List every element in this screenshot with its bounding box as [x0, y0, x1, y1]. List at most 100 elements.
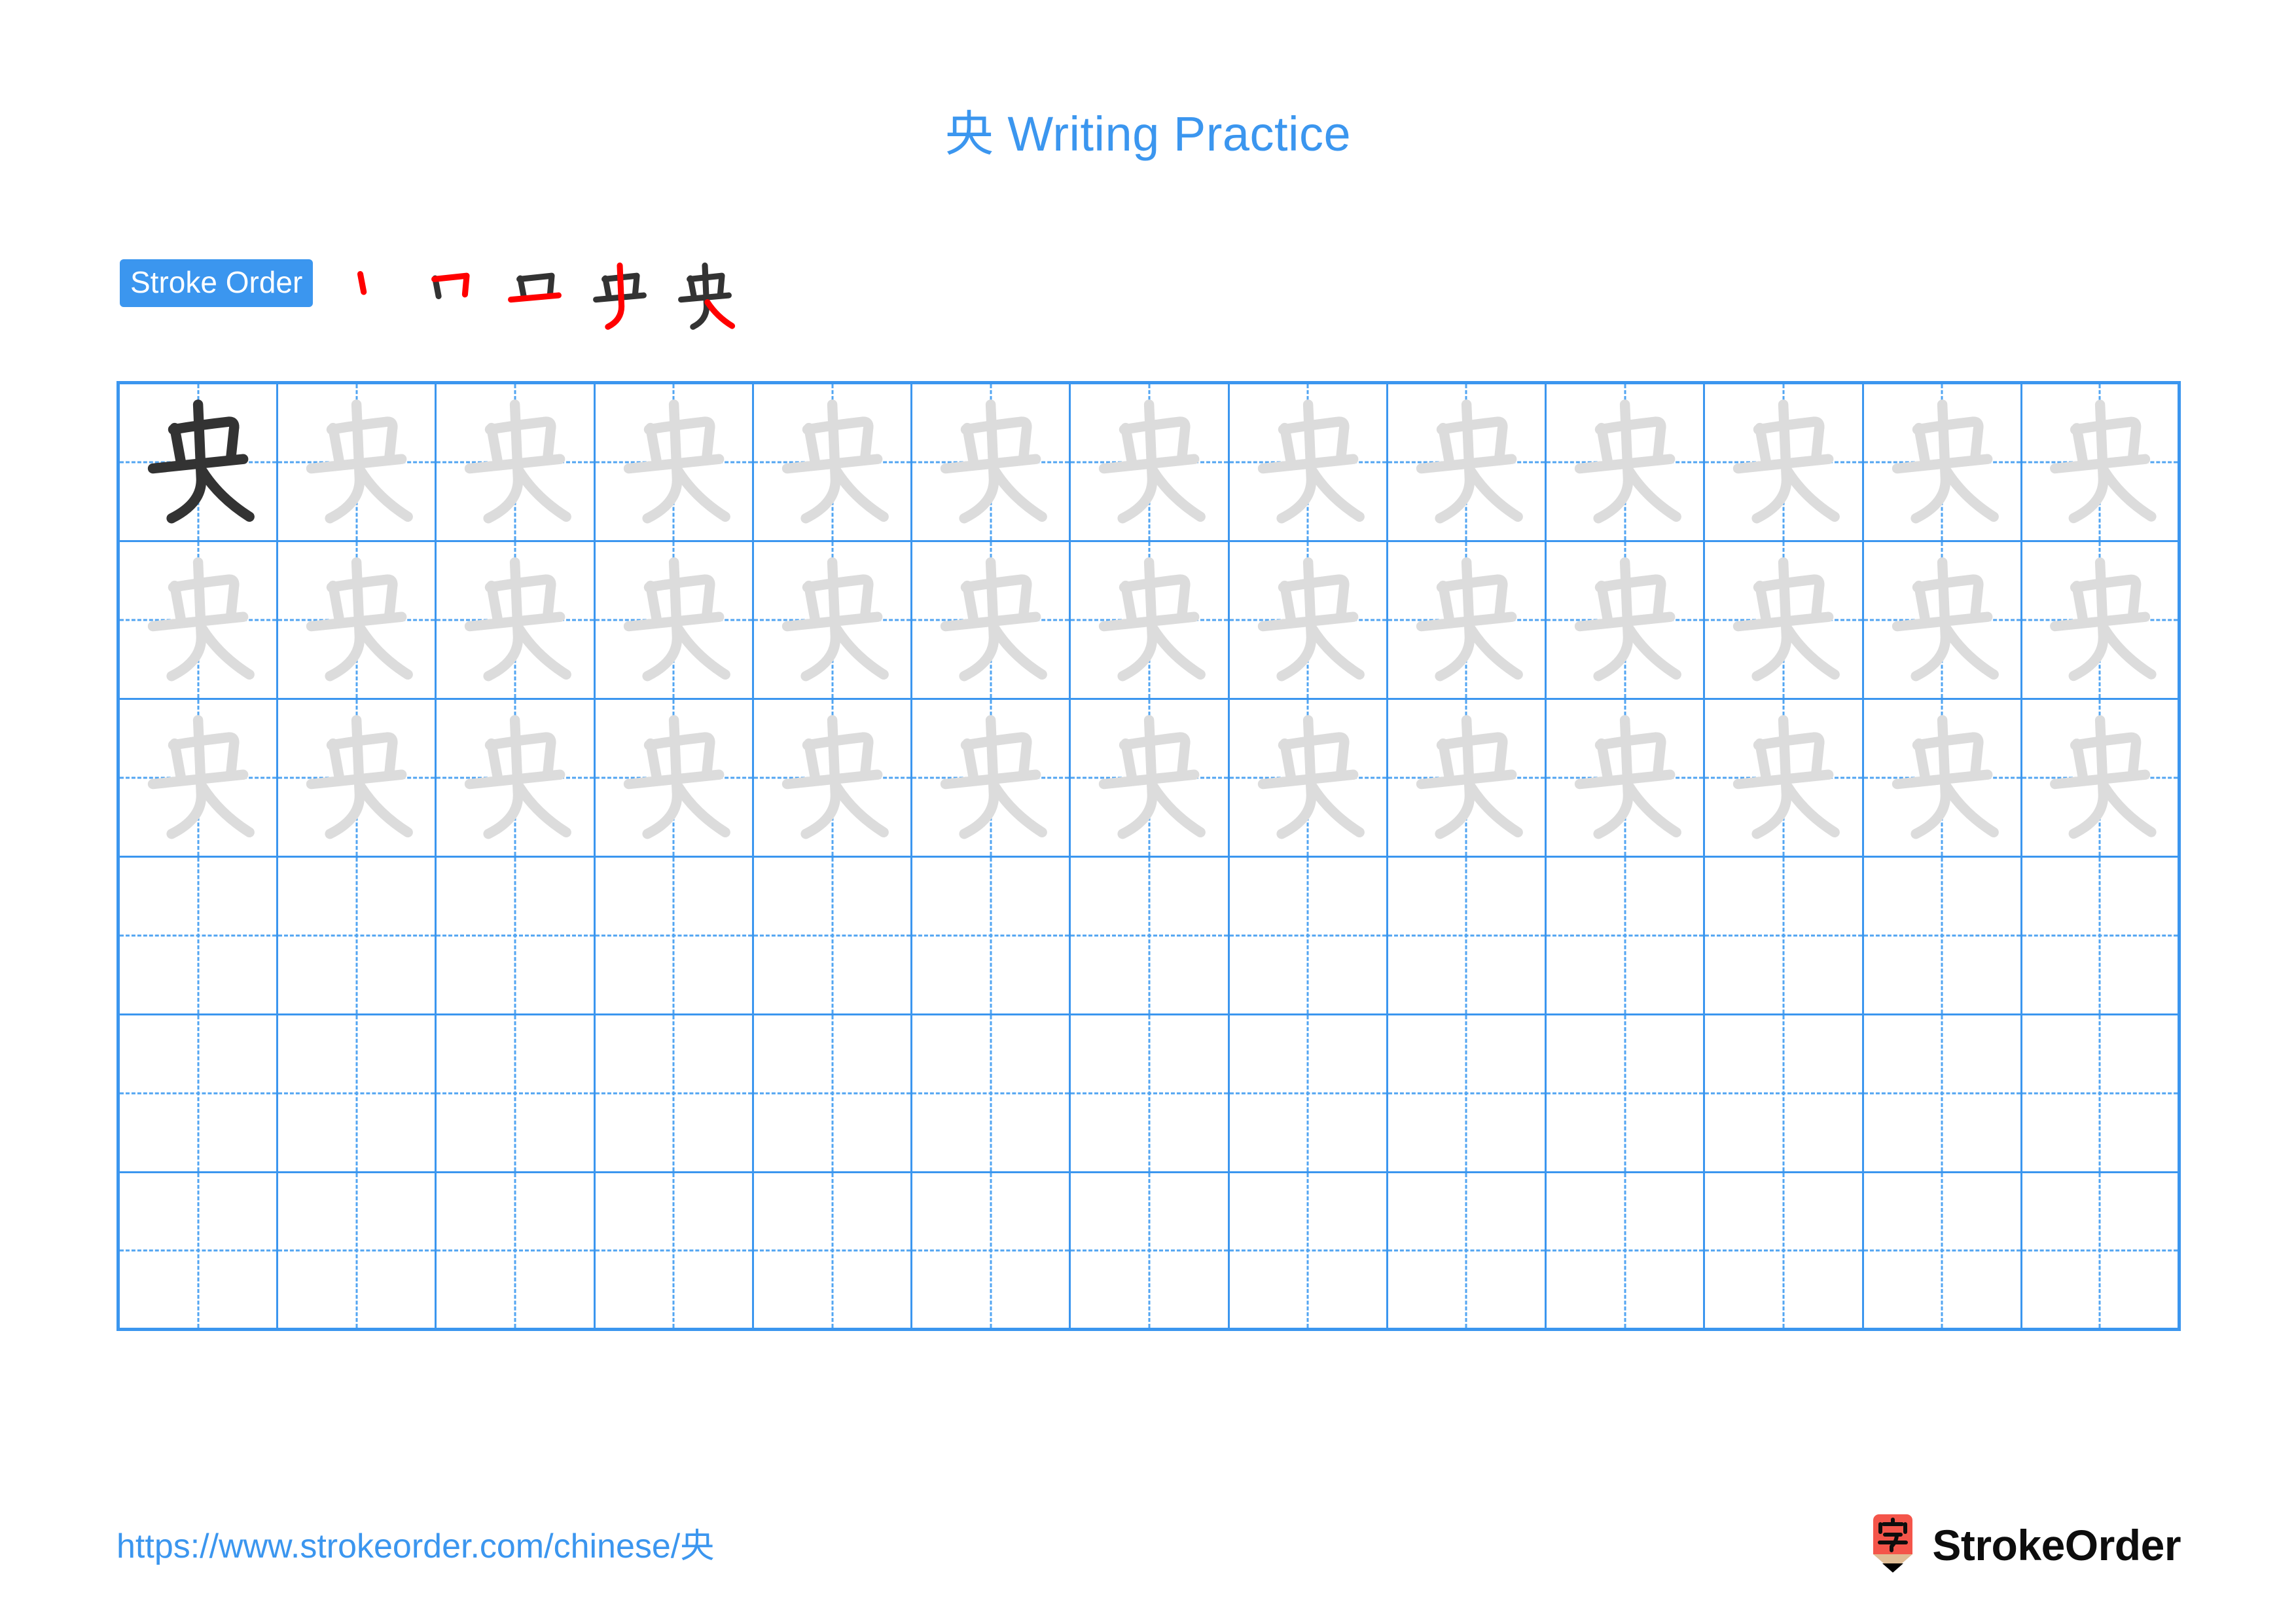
grid-cell[interactable] [595, 542, 754, 700]
grid-cell[interactable] [1547, 1173, 1706, 1331]
grid-cell[interactable] [1547, 542, 1706, 700]
trace-character [1547, 700, 1703, 856]
grid-cell[interactable] [1388, 1173, 1547, 1331]
grid-cell[interactable] [1547, 858, 1706, 1015]
grid-cell[interactable] [1229, 542, 1388, 700]
trace-character [1864, 700, 2020, 856]
grid-cell[interactable] [1229, 1173, 1388, 1331]
grid-cell[interactable] [1071, 858, 1230, 1015]
grid-cell[interactable] [595, 1173, 754, 1331]
trace-character [1547, 384, 1703, 540]
grid-cell[interactable] [753, 384, 913, 542]
grid-cell[interactable] [2022, 700, 2181, 858]
grid-cell[interactable] [595, 700, 754, 858]
grid-cell[interactable] [1547, 700, 1706, 858]
grid-cell[interactable] [753, 700, 913, 858]
grid-cell[interactable] [120, 1015, 279, 1173]
grid-cell[interactable] [437, 858, 596, 1015]
grid-cell[interactable] [1071, 1173, 1230, 1331]
guide-line-horizontal [595, 934, 752, 937]
grid-cell[interactable] [912, 858, 1071, 1015]
grid-cell[interactable] [437, 700, 596, 858]
guide-line-vertical [514, 858, 516, 1013]
trace-character [278, 542, 435, 698]
grid-cell[interactable] [2022, 542, 2181, 700]
grid-cell[interactable] [120, 384, 279, 542]
grid-cell[interactable] [1071, 384, 1230, 542]
grid-cell[interactable] [1071, 700, 1230, 858]
guide-line-horizontal [912, 1092, 1069, 1095]
grid-cell[interactable] [912, 384, 1071, 542]
grid-cell[interactable] [1705, 542, 1864, 700]
guide-line-vertical [2098, 1173, 2101, 1328]
grid-cell[interactable] [753, 858, 913, 1015]
guide-line-vertical [514, 1173, 516, 1328]
grid-cell[interactable] [1229, 1015, 1388, 1173]
footer-url[interactable]: https://www.strokeorder.com/chinese/央 [117, 1529, 714, 1563]
grid-cell[interactable] [120, 542, 279, 700]
guide-line-horizontal [1229, 934, 1386, 937]
grid-cell[interactable] [1863, 1173, 2022, 1331]
grid-cell[interactable] [278, 858, 437, 1015]
grid-cell[interactable] [753, 542, 913, 700]
trace-character [596, 384, 752, 540]
trace-character [596, 542, 752, 698]
grid-cell[interactable] [2022, 1015, 2181, 1173]
grid-cell[interactable] [1863, 1015, 2022, 1173]
grid-cell[interactable] [1547, 384, 1706, 542]
grid-cell[interactable] [278, 700, 437, 858]
footer-brand[interactable]: StrokeOrder [1868, 1514, 2181, 1577]
grid-cell[interactable] [437, 384, 596, 542]
grid-cell[interactable] [595, 384, 754, 542]
grid-cell[interactable] [1229, 700, 1388, 858]
grid-cell[interactable] [2022, 1173, 2181, 1331]
grid-cell[interactable] [1388, 384, 1547, 542]
grid-cell[interactable] [1388, 700, 1547, 858]
grid-cell[interactable] [120, 858, 279, 1015]
guide-line-vertical [197, 1173, 200, 1328]
grid-cell[interactable] [1547, 1015, 1706, 1173]
grid-cell[interactable] [1863, 384, 2022, 542]
grid-cell[interactable] [1863, 542, 2022, 700]
grid-cell[interactable] [120, 700, 279, 858]
grid-cell[interactable] [120, 1173, 279, 1331]
grid-cell[interactable] [1388, 858, 1547, 1015]
grid-cell[interactable] [753, 1015, 913, 1173]
grid-cell[interactable] [912, 1015, 1071, 1173]
grid-cell[interactable] [595, 858, 754, 1015]
guide-line-horizontal [278, 934, 435, 937]
guide-line-vertical [355, 1015, 358, 1171]
grid-cell[interactable] [753, 1173, 913, 1331]
grid-cell[interactable] [437, 1015, 596, 1173]
grid-cell[interactable] [1863, 858, 2022, 1015]
grid-cell[interactable] [1071, 542, 1230, 700]
grid-cell[interactable] [912, 700, 1071, 858]
grid-cell[interactable] [1229, 858, 1388, 1015]
guide-line-vertical [355, 1173, 358, 1328]
trace-character [912, 384, 1069, 540]
grid-cell[interactable] [437, 1173, 596, 1331]
grid-cell[interactable] [2022, 858, 2181, 1015]
grid-cell[interactable] [1863, 700, 2022, 858]
grid-cell[interactable] [2022, 384, 2181, 542]
grid-cell[interactable] [278, 542, 437, 700]
grid-cell[interactable] [278, 1015, 437, 1173]
grid-cell[interactable] [595, 1015, 754, 1173]
grid-cell[interactable] [1388, 1015, 1547, 1173]
grid-cell[interactable] [1705, 700, 1864, 858]
grid-cell[interactable] [1705, 384, 1864, 542]
grid-cell[interactable] [1071, 1015, 1230, 1173]
grid-cell[interactable] [1229, 384, 1388, 542]
guide-line-vertical [1148, 858, 1151, 1013]
guide-line-horizontal [595, 1092, 752, 1095]
grid-cell[interactable] [912, 542, 1071, 700]
grid-cell[interactable] [1705, 1015, 1864, 1173]
grid-cell[interactable] [437, 542, 596, 700]
grid-cell[interactable] [278, 384, 437, 542]
grid-cell[interactable] [912, 1173, 1071, 1331]
grid-cell[interactable] [278, 1173, 437, 1331]
grid-cell[interactable] [1705, 858, 1864, 1015]
grid-cell[interactable] [1705, 1173, 1864, 1331]
guide-line-horizontal [2022, 1092, 2178, 1095]
grid-cell[interactable] [1388, 542, 1547, 700]
